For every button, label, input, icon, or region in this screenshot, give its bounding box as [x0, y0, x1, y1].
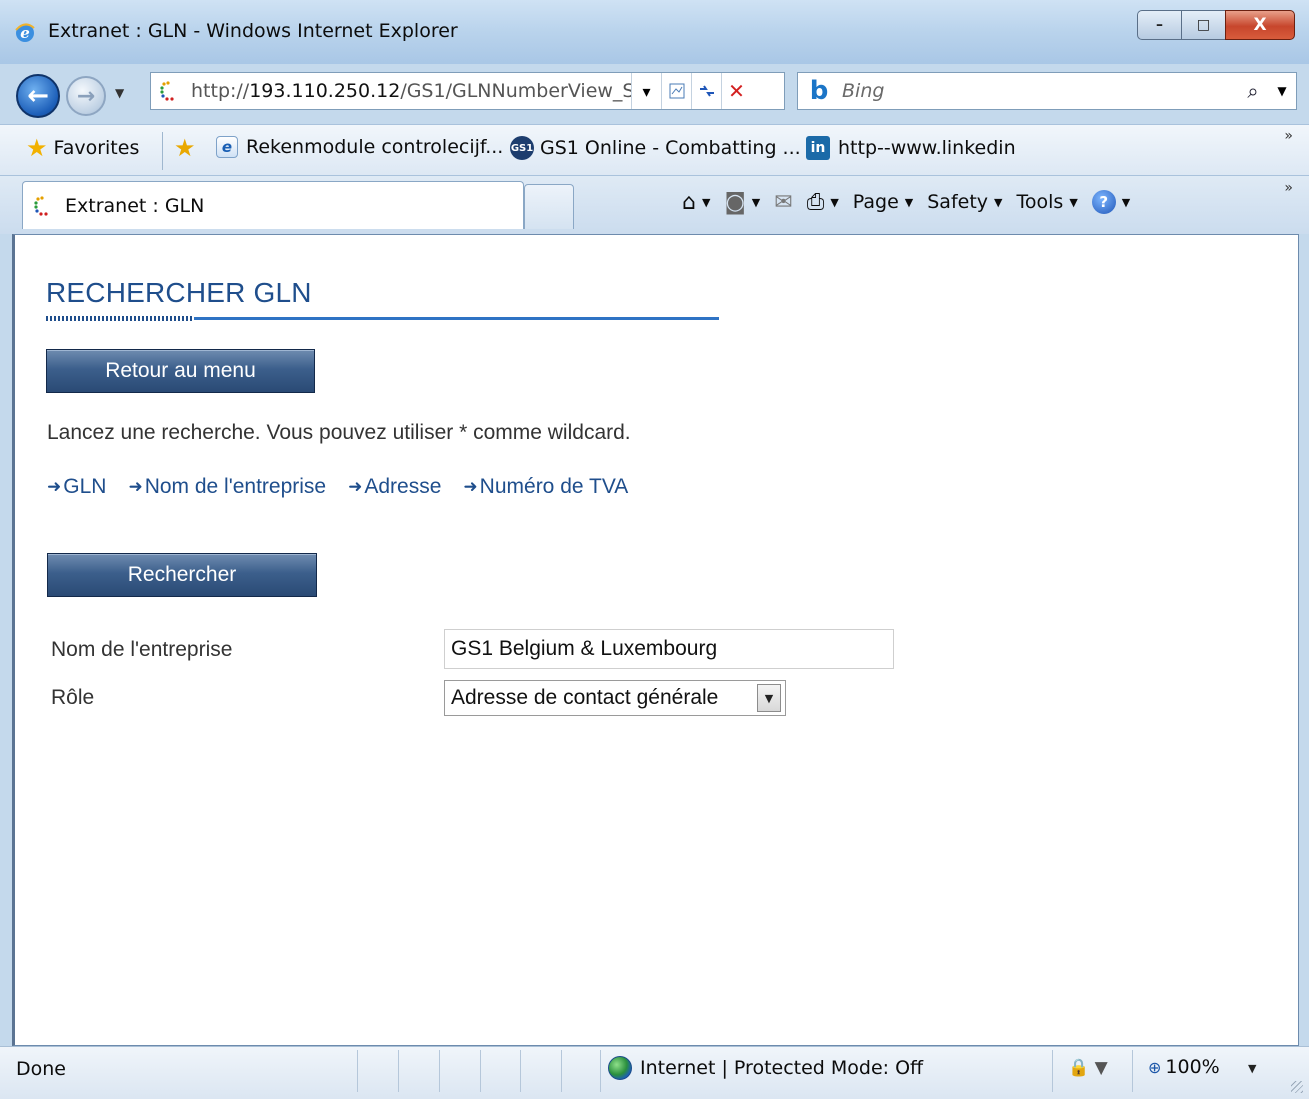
- maximize-button[interactable]: □: [1181, 10, 1225, 40]
- forward-button[interactable]: →: [66, 76, 106, 116]
- add-favorite-star-icon: ★: [174, 134, 196, 162]
- company-name-label: Nom de l'entreprise: [51, 638, 233, 661]
- minimize-button[interactable]: –: [1137, 10, 1181, 40]
- linkedin-icon: in: [806, 136, 830, 160]
- arrow-right-icon: →: [76, 83, 96, 109]
- window-title: Extranet : GLN - Windows Internet Explor…: [48, 20, 458, 42]
- svg-text:e: e: [20, 24, 30, 42]
- favorites-button[interactable]: ★ Favorites: [26, 136, 139, 160]
- favorites-separator: [162, 132, 163, 170]
- close-button[interactable]: X: [1225, 10, 1295, 40]
- read-mail-button[interactable]: ✉: [774, 190, 792, 215]
- resize-grip[interactable]: [1291, 1081, 1303, 1093]
- favorites-more-chevron[interactable]: »: [1284, 128, 1293, 144]
- command-bar-more-chevron[interactable]: »: [1284, 180, 1293, 196]
- address-bar[interactable]: http://193.110.250.12/GS1/GLNNumberView_…: [150, 72, 785, 110]
- recent-pages-dropdown[interactable]: ▼: [115, 86, 124, 100]
- tab-label: Extranet : GLN: [65, 194, 205, 217]
- compatibility-view-icon[interactable]: [661, 73, 691, 109]
- site-favicon-icon: [34, 195, 48, 216]
- role-label: Rôle: [51, 686, 95, 709]
- safety-menu[interactable]: Safety ▼: [927, 191, 1002, 213]
- search-type-links: ➜ GLN ➜ Nom de l'entreprise ➜ Adresse ➜ Numé…: [47, 475, 650, 499]
- url-text[interactable]: http://193.110.250.12/GS1/GLNNumberView_…: [191, 80, 631, 102]
- company-name-input[interactable]: [444, 629, 894, 669]
- browser-window: e Extranet : GLN - Windows Internet Expl…: [0, 0, 1309, 1099]
- search-options-dropdown[interactable]: ▼: [1268, 84, 1296, 98]
- favorite-link-gs1-online[interactable]: GS1 GS1 Online - Combatting ...: [510, 136, 801, 160]
- printer-icon: ⎙: [806, 189, 825, 215]
- command-bar: ⌂ ▼ ◙ ▼ ✉ ⎙ ▼ Page ▼ Safety ▼ Tools ▼ ? ▼: [682, 184, 1144, 220]
- home-icon: ⌂: [682, 189, 696, 215]
- search-instructions: Lancez une recherche. Vous pouvez utilis…: [47, 421, 631, 444]
- star-icon: ★: [26, 134, 48, 162]
- window-controls: – □ X: [1137, 10, 1295, 42]
- status-text: Done: [16, 1058, 66, 1080]
- arrow-left-icon: ←: [27, 81, 49, 111]
- add-to-favorites-bar-button[interactable]: ★: [174, 136, 202, 160]
- search-link-company-name[interactable]: ➜ Nom de l'entreprise: [128, 475, 326, 499]
- chevron-down-icon[interactable]: ▼: [757, 684, 781, 712]
- ie-logo-icon: e: [15, 23, 35, 42]
- arrow-right-icon: ➜: [463, 477, 478, 496]
- search-bar[interactable]: b Bing ⌕ ▼: [797, 72, 1297, 110]
- refresh-icon[interactable]: [691, 73, 721, 109]
- search-link-vat-number[interactable]: ➜ Numéro de TVA: [463, 475, 628, 499]
- site-favicon-icon: [160, 81, 174, 101]
- title-underline: [46, 316, 719, 321]
- rss-icon: ◙: [724, 189, 746, 215]
- search-icon[interactable]: ⌕: [1238, 79, 1268, 103]
- arrow-right-icon: ➜: [47, 477, 62, 496]
- mail-icon: ✉: [774, 189, 793, 215]
- address-dropdown[interactable]: ▾: [631, 73, 661, 109]
- back-button[interactable]: ←: [16, 74, 60, 118]
- feeds-button[interactable]: ◙ ▼: [724, 190, 760, 215]
- favorite-link-linkedin[interactable]: in http--www.linkedin: [806, 136, 1016, 160]
- globe-icon: [608, 1056, 632, 1080]
- search-input[interactable]: Bing: [842, 80, 1238, 102]
- arrow-right-icon: ➜: [348, 477, 363, 496]
- role-selected-value: Adresse de contact générale: [451, 686, 719, 709]
- role-select[interactable]: Adresse de contact générale ▼: [444, 680, 786, 716]
- tools-menu[interactable]: Tools ▼: [1017, 191, 1078, 213]
- print-button[interactable]: ⎙ ▼: [807, 190, 839, 215]
- page-title: RECHERCHER GLN: [46, 277, 312, 308]
- home-button[interactable]: ⌂ ▼: [682, 190, 710, 215]
- stop-icon[interactable]: ✕: [721, 73, 751, 109]
- help-icon: ?: [1091, 190, 1116, 214]
- back-to-menu-button[interactable]: Retour au menu: [46, 349, 315, 393]
- bing-logo-icon: b: [809, 76, 829, 106]
- help-menu[interactable]: ? ▼: [1091, 190, 1130, 214]
- protected-mode-icon[interactable]: 🔒 ▼: [1068, 1058, 1108, 1078]
- search-link-gln[interactable]: ➜ GLN: [47, 475, 106, 499]
- zoom-dropdown[interactable]: ▼: [1248, 1062, 1256, 1075]
- page-menu[interactable]: Page ▼: [853, 191, 913, 213]
- arrow-right-icon: ➜: [128, 477, 143, 496]
- gs1-icon: GS1: [510, 136, 534, 160]
- zoom-level[interactable]: ⊕ 100%: [1148, 1056, 1220, 1078]
- tab-extranet-gln[interactable]: Extranet : GLN: [22, 181, 524, 229]
- security-zone[interactable]: Internet | Protected Mode: Off: [608, 1056, 923, 1080]
- search-link-address[interactable]: ➜ Adresse: [348, 475, 441, 499]
- ie-page-icon: e: [216, 136, 238, 158]
- zoom-icon: ⊕: [1148, 1057, 1162, 1077]
- favorite-link-rekenmodule[interactable]: e Rekenmodule controlecijf...: [216, 136, 503, 158]
- new-tab-button[interactable]: [524, 184, 574, 229]
- search-button[interactable]: Rechercher: [47, 553, 317, 597]
